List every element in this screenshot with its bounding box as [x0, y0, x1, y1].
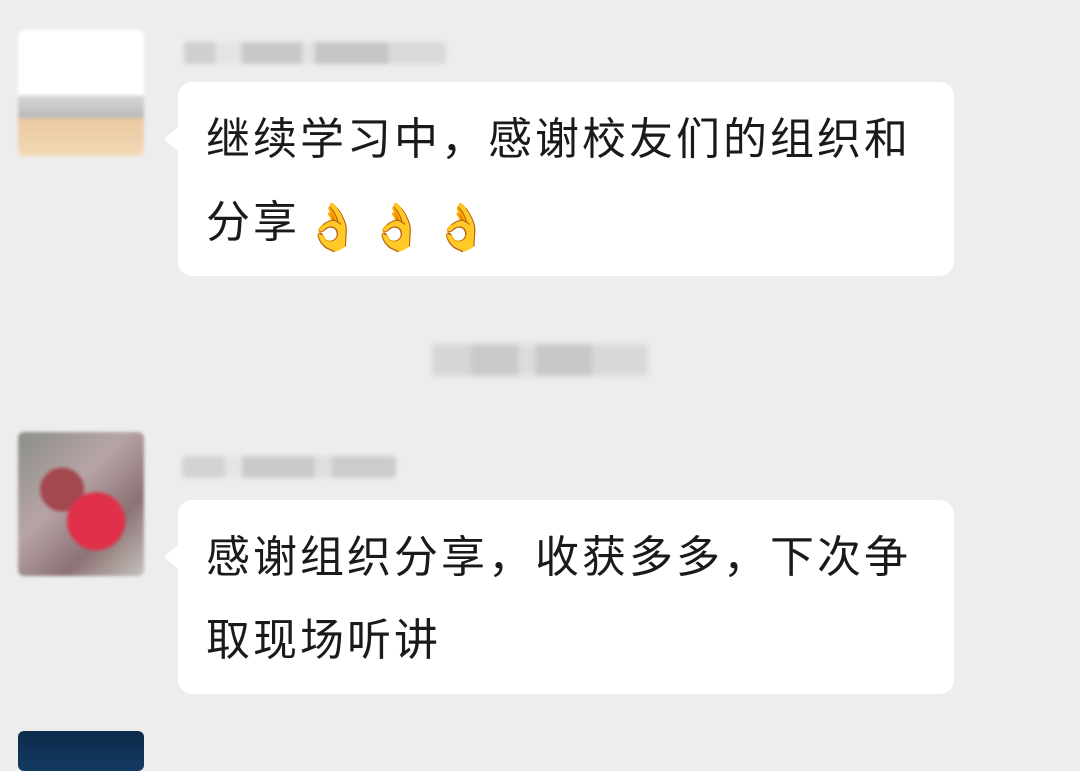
sender-avatar[interactable] [18, 30, 144, 156]
message-bubble[interactable]: 感谢组织分享，收获多多，下次争取现场听讲 [164, 500, 954, 694]
sender-avatar[interactable] [18, 731, 144, 771]
ok-hand-emoji: 👌 [432, 200, 493, 254]
message-text: 继续学习中，感谢校友们的组织和分享👌👌👌 [206, 114, 911, 254]
ok-hand-emoji: 👌 [304, 200, 365, 254]
message-bubble[interactable]: 继续学习中，感谢校友们的组织和分享👌👌👌 [164, 82, 954, 276]
message-text: 感谢组织分享，收获多多，下次争取现场听讲 [206, 532, 911, 666]
sender-name-redacted [184, 42, 446, 64]
ok-hand-emoji: 👌 [368, 200, 429, 254]
sender-avatar[interactable] [18, 432, 144, 576]
timestamp-redacted [432, 344, 648, 376]
sender-name-redacted [182, 456, 396, 478]
